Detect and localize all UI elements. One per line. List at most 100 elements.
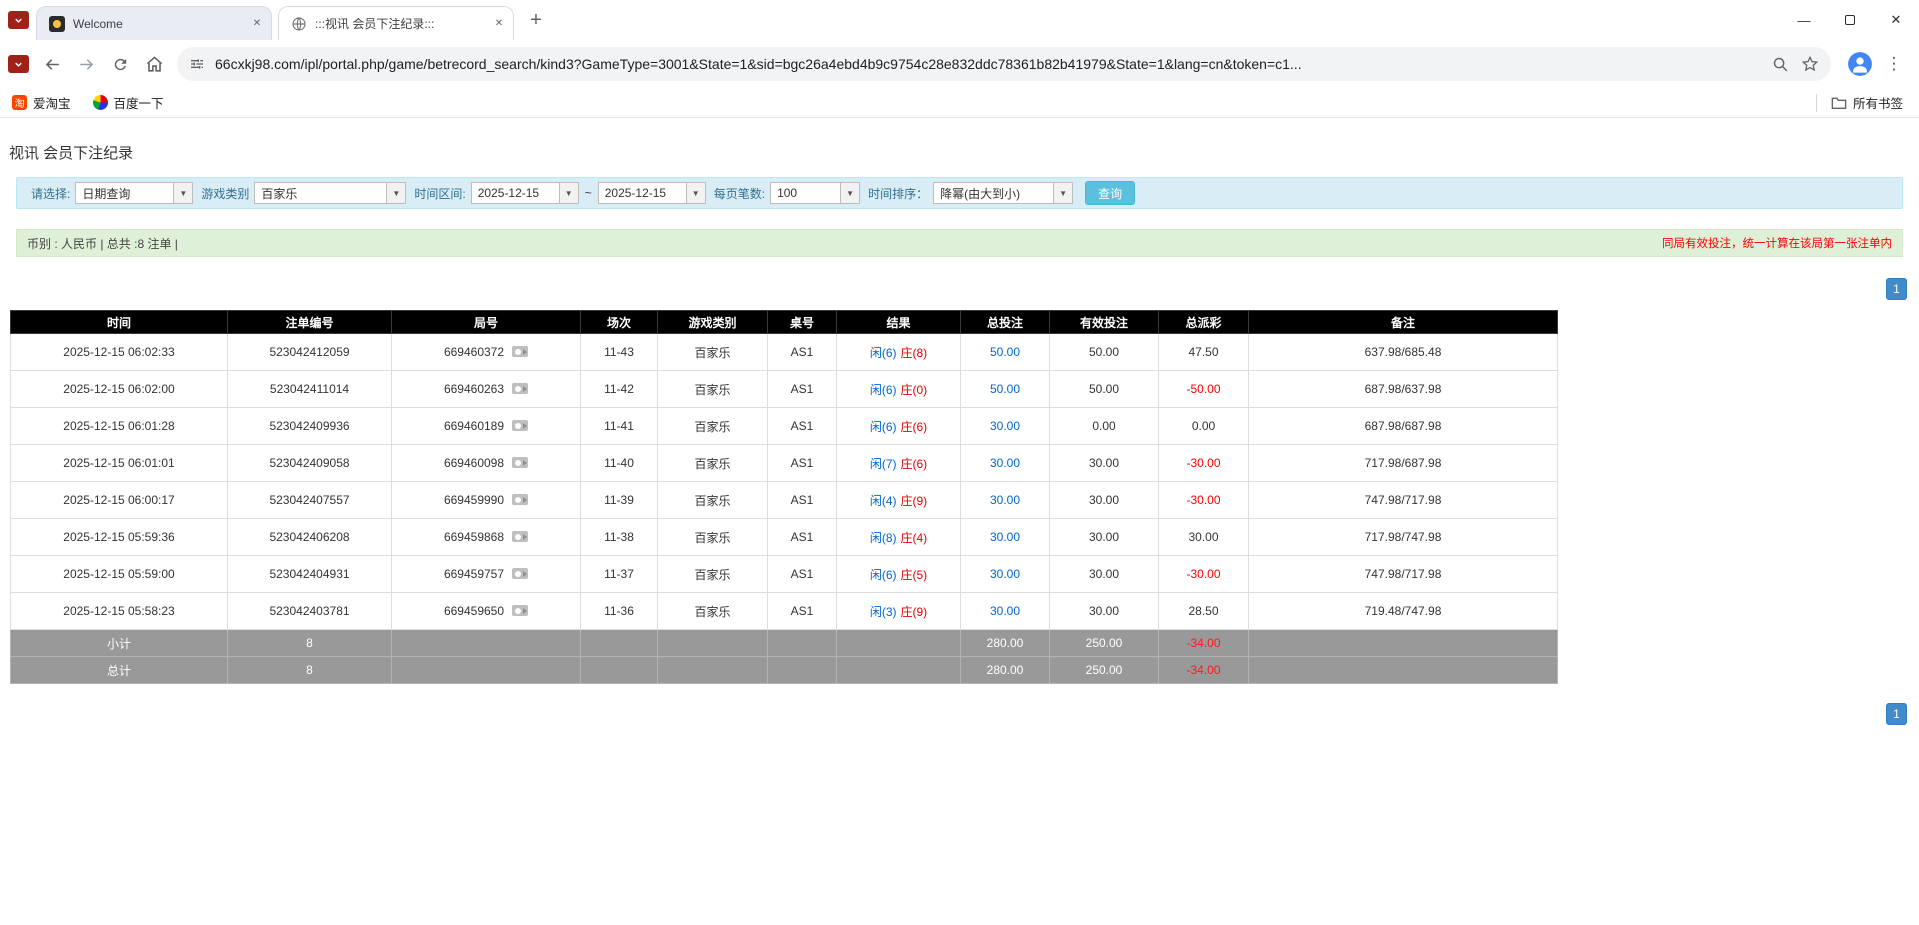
total-bet-link[interactable]: 30.00 xyxy=(990,567,1020,581)
cell-note: 687.98/687.98 xyxy=(1249,408,1558,445)
home-button[interactable] xyxy=(137,47,171,81)
url-bar[interactable]: 66cxkj98.com/ipl/portal.php/game/betreco… xyxy=(177,47,1831,81)
table-row: 2025-12-15 05:59:36523042406208669459868… xyxy=(11,519,1558,556)
cell-valid-bet: 50.00 xyxy=(1050,334,1159,371)
cell-game-type: 百家乐 xyxy=(658,556,768,593)
cell-note: 637.98/685.48 xyxy=(1249,334,1558,371)
zoom-icon[interactable] xyxy=(1772,56,1789,73)
cell-table-no: AS1 xyxy=(768,445,837,482)
video-replay-icon[interactable] xyxy=(512,605,528,616)
cell-valid-bet: 30.00 xyxy=(1050,482,1159,519)
result-banker: 庄(6) xyxy=(901,457,928,471)
close-window-button[interactable]: ✕ xyxy=(1873,0,1919,40)
cell-payout: 47.50 xyxy=(1159,334,1249,371)
cell-payout: 28.50 xyxy=(1159,593,1249,630)
game-type-select[interactable]: 百家乐 ▼ xyxy=(254,182,406,204)
chevron-down-icon[interactable]: ▼ xyxy=(1053,183,1072,203)
result-player: 闲(6) xyxy=(870,383,897,397)
result-player: 闲(8) xyxy=(870,531,897,545)
query-type-select[interactable]: 日期查询 ▼ xyxy=(75,182,193,204)
cell-session: 11-39 xyxy=(581,482,658,519)
page-content: 视讯 会员下注纪录 请选择: 日期查询 ▼ 游戏类别 百家乐 ▼ 时间区间: 2… xyxy=(0,118,1919,725)
cell-round: 669459650 xyxy=(392,593,581,630)
cell-session: 11-38 xyxy=(581,519,658,556)
chevron-down-icon[interactable]: ▼ xyxy=(686,183,705,203)
page-1-button[interactable]: 1 xyxy=(1886,703,1907,725)
result-player: 闲(3) xyxy=(870,605,897,619)
minimize-button[interactable]: — xyxy=(1781,0,1827,40)
bookmark-baidu[interactable]: 百度一下 xyxy=(93,93,164,112)
round-number: 669460263 xyxy=(444,382,504,396)
search-button[interactable]: 查询 xyxy=(1085,181,1135,205)
round-number: 669460372 xyxy=(444,345,504,359)
filter-bar: 请选择: 日期查询 ▼ 游戏类别 百家乐 ▼ 时间区间: 2025-12-15 … xyxy=(16,177,1903,209)
cell-note: 747.98/717.98 xyxy=(1249,556,1558,593)
total-bet-link[interactable]: 30.00 xyxy=(990,456,1020,470)
page-1-button[interactable]: 1 xyxy=(1886,278,1907,300)
cell-bet-id: 523042411014 xyxy=(228,371,392,408)
total-bet-link[interactable]: 50.00 xyxy=(990,345,1020,359)
summary-notice: 同局有效投注，统一计算在该局第一张注单内 xyxy=(1662,235,1892,251)
chevron-down-icon[interactable]: ▼ xyxy=(559,183,578,203)
tab-close-icon[interactable]: ✕ xyxy=(249,16,265,32)
header-bet-id: 注单编号 xyxy=(228,311,392,334)
video-replay-icon[interactable] xyxy=(512,531,528,542)
tab-welcome[interactable]: Welcome ✕ xyxy=(36,6,272,40)
menu-icon[interactable]: ⋮ xyxy=(1879,49,1909,79)
bookmark-star-icon[interactable] xyxy=(1801,55,1819,73)
window-controls: — ✕ xyxy=(1781,0,1919,40)
total-bet-link[interactable]: 30.00 xyxy=(990,419,1020,433)
page-title: 视讯 会员下注纪录 xyxy=(0,118,1919,177)
profile-avatar[interactable] xyxy=(1847,51,1873,77)
tab-betrecord[interactable]: :::视讯 会员下注纪录::: ✕ xyxy=(278,6,514,40)
chevron-down-icon[interactable]: ▼ xyxy=(840,183,859,203)
header-total-bet: 总投注 xyxy=(961,311,1050,334)
video-replay-icon[interactable] xyxy=(512,568,528,579)
new-tab-button[interactable]: + xyxy=(522,6,550,34)
tab-close-icon[interactable]: ✕ xyxy=(491,16,507,32)
nav-chevron-button[interactable] xyxy=(8,55,29,73)
cell-bet-id: 523042412059 xyxy=(228,334,392,371)
back-button[interactable] xyxy=(35,47,69,81)
sort-select[interactable]: 降幂(由大到小) ▼ xyxy=(933,182,1073,204)
cell-bet-id: 523042404931 xyxy=(228,556,392,593)
total-bet-link[interactable]: 50.00 xyxy=(990,382,1020,396)
total-bet-link[interactable]: 30.00 xyxy=(990,604,1020,618)
table-row: 2025-12-15 06:02:00523042411014669460263… xyxy=(11,371,1558,408)
date-to-select[interactable]: 2025-12-15 ▼ xyxy=(598,182,706,204)
round-number: 669460189 xyxy=(444,419,504,433)
total-bet-link[interactable]: 30.00 xyxy=(990,530,1020,544)
cell-total-bet: 50.00 xyxy=(961,334,1050,371)
total-label: 总计 xyxy=(11,657,228,684)
cell-time: 2025-12-15 06:01:28 xyxy=(11,408,228,445)
folder-icon xyxy=(1831,96,1847,110)
round-number: 669459868 xyxy=(444,530,504,544)
cell-session: 11-42 xyxy=(581,371,658,408)
date-from-select[interactable]: 2025-12-15 ▼ xyxy=(471,182,579,204)
chevron-down-icon[interactable]: ▼ xyxy=(173,183,192,203)
cell-session: 11-36 xyxy=(581,593,658,630)
video-replay-icon[interactable] xyxy=(512,383,528,394)
total-bet-link[interactable]: 30.00 xyxy=(990,493,1020,507)
cell-time: 2025-12-15 06:00:17 xyxy=(11,482,228,519)
cell-bet-id: 523042403781 xyxy=(228,593,392,630)
video-replay-icon[interactable] xyxy=(512,420,528,431)
reload-button[interactable] xyxy=(103,47,137,81)
bookmark-aitaobao[interactable]: 淘 爱淘宝 xyxy=(12,93,71,112)
maximize-button[interactable] xyxy=(1827,0,1873,40)
result-banker: 庄(6) xyxy=(901,420,928,434)
cell-bet-id: 523042406208 xyxy=(228,519,392,556)
table-row: 2025-12-15 05:59:00523042404931669459757… xyxy=(11,556,1558,593)
video-replay-icon[interactable] xyxy=(512,494,528,505)
tab-strip-chevron-button[interactable] xyxy=(8,11,29,29)
site-settings-icon[interactable] xyxy=(189,56,205,72)
all-bookmarks-button[interactable]: 所有书签 xyxy=(1831,93,1903,112)
video-replay-icon[interactable] xyxy=(512,346,528,357)
bookmark-label: 爱淘宝 xyxy=(33,93,71,112)
forward-button[interactable] xyxy=(69,47,103,81)
page-size-select[interactable]: 100 ▼ xyxy=(770,182,860,204)
chevron-down-icon[interactable]: ▼ xyxy=(386,183,405,203)
subtotal-total-bet: 280.00 xyxy=(961,630,1050,657)
video-replay-icon[interactable] xyxy=(512,457,528,468)
date-range-label: 时间区间: xyxy=(414,185,465,202)
